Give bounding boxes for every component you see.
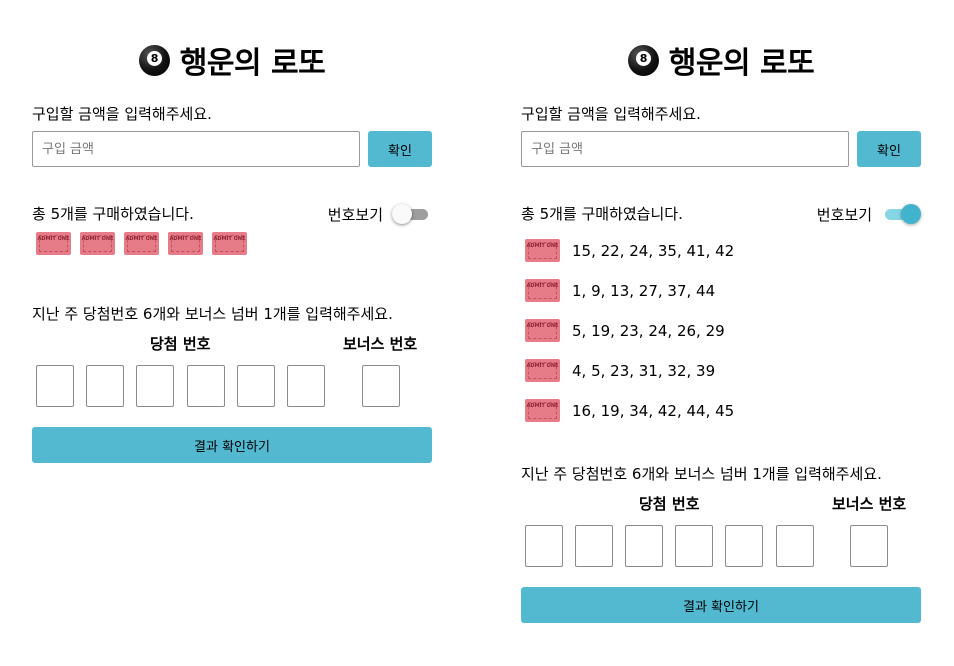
ticket-icon: ADMIT ONE xyxy=(525,399,560,422)
ticket-icon: ADMIT ONE xyxy=(36,232,71,255)
ticket-icon: ADMIT ONE xyxy=(124,232,159,255)
ticket-icon: ADMIT ONE xyxy=(168,232,203,255)
ticket-icon-text: ADMIT ONE xyxy=(526,363,559,369)
ticket-numbers: 16, 19, 34, 42, 44, 45 xyxy=(572,402,735,420)
ticket-icon: ADMIT ONE xyxy=(80,232,115,255)
ticket-icon-text: ADMIT ONE xyxy=(125,236,158,242)
winning-numbers-header: 당첨 번호 xyxy=(639,495,700,513)
winning-number-input-3[interactable] xyxy=(136,365,174,407)
winning-number-input-3[interactable] xyxy=(625,525,663,567)
ticket-icon-text: ADMIT ONE xyxy=(81,236,114,242)
winning-number-input-5[interactable] xyxy=(725,525,763,567)
bonus-number-input[interactable] xyxy=(362,365,400,407)
ticket-icon-text: ADMIT ONE xyxy=(526,403,559,409)
purchase-label: 구입할 금액을 입력해주세요. xyxy=(521,105,701,123)
winning-number-input-6[interactable] xyxy=(287,365,325,407)
ticket-numbers: 15, 22, 24, 35, 41, 42 xyxy=(572,242,735,260)
winning-numbers-instruction: 지난 주 당첨번호 6개와 보너스 넘버 1개를 입력해주세요. xyxy=(32,305,393,323)
confirm-button[interactable]: 확인 xyxy=(857,131,921,167)
ticket-icon-text: ADMIT ONE xyxy=(37,236,70,242)
ticket-icon: ADMIT ONE xyxy=(525,279,560,302)
bonus-number-input[interactable] xyxy=(850,525,888,567)
app-title-text: 행운의 로또 xyxy=(668,46,815,81)
winning-number-input-4[interactable] xyxy=(187,365,225,407)
ticket-numbers: 1, 9, 13, 27, 37, 44 xyxy=(572,282,716,300)
ticket-icon-text: ADMIT ONE xyxy=(526,243,559,249)
show-numbers-label: 번호보기 xyxy=(327,205,383,224)
winning-number-input-2[interactable] xyxy=(575,525,613,567)
toggle-knob[interactable] xyxy=(901,204,921,224)
ticket-row: ADMIT ONE 5, 19, 23, 24, 26, 29 xyxy=(525,311,734,351)
toggle-knob[interactable] xyxy=(392,204,412,224)
ticket-icon-text: ADMIT ONE xyxy=(526,323,559,329)
winning-number-input-1[interactable] xyxy=(525,525,563,567)
ticket-row: ADMIT ONE 4, 5, 23, 31, 32, 39 xyxy=(525,351,734,391)
ticket-icon: ADMIT ONE xyxy=(525,359,560,382)
show-numbers-label: 번호보기 xyxy=(816,205,872,224)
ticket-icon-text: ADMIT ONE xyxy=(169,236,202,242)
purchase-amount-input[interactable] xyxy=(521,131,849,167)
ticket-icons-row: ADMIT ONE ADMIT ONE ADMIT ONE ADMIT ONE ADMI… xyxy=(36,232,247,255)
winning-number-input-4[interactable] xyxy=(675,525,713,567)
ticket-icon: ADMIT ONE xyxy=(212,232,247,255)
check-result-button[interactable]: 결과 확인하기 xyxy=(521,587,921,623)
winning-number-input-5[interactable] xyxy=(237,365,275,407)
purchase-amount-input[interactable] xyxy=(32,131,360,167)
billiard-ball-icon: 8 xyxy=(138,44,170,76)
winning-numbers-instruction: 지난 주 당첨번호 6개와 보너스 넘버 1개를 입력해주세요. xyxy=(521,465,882,483)
ticket-icon: ADMIT ONE xyxy=(525,239,560,262)
bonus-number-header: 보너스 번호 xyxy=(832,495,907,513)
toggle-switch[interactable] xyxy=(881,203,921,225)
ticket-numbers: 5, 19, 23, 24, 26, 29 xyxy=(572,322,725,340)
ticket-row: ADMIT ONE 1, 9, 13, 27, 37, 44 xyxy=(525,271,734,311)
ticket-list: ADMIT ONE 15, 22, 24, 35, 41, 42 ADMIT ONE… xyxy=(525,231,734,431)
purchase-count-text: 총 5개를 구매하였습니다. xyxy=(521,205,683,223)
ticket-icon-text: ADMIT ONE xyxy=(526,283,559,289)
ticket-row: ADMIT ONE 15, 22, 24, 35, 41, 42 xyxy=(525,231,734,271)
bonus-number-header: 보너스 번호 xyxy=(343,335,418,353)
ticket-numbers: 4, 5, 23, 31, 32, 39 xyxy=(572,362,716,380)
app-title-text: 행운의 로또 xyxy=(179,46,326,81)
winning-number-input-6[interactable] xyxy=(776,525,814,567)
confirm-button[interactable]: 확인 xyxy=(368,131,432,167)
purchase-label: 구입할 금액을 입력해주세요. xyxy=(32,105,212,123)
ticket-icon: ADMIT ONE xyxy=(525,319,560,342)
check-result-button[interactable]: 결과 확인하기 xyxy=(32,427,432,463)
app-title: 8 행운의 로또 xyxy=(32,38,432,82)
app-title: 8 행운의 로또 xyxy=(521,38,921,82)
purchase-count-text: 총 5개를 구매하였습니다. xyxy=(32,205,194,223)
billiard-ball-icon: 8 xyxy=(627,44,659,76)
ticket-row: ADMIT ONE 16, 19, 34, 42, 44, 45 xyxy=(525,391,734,431)
show-numbers-toggle[interactable]: 번호보기 xyxy=(817,203,921,225)
winning-number-input-1[interactable] xyxy=(36,365,74,407)
winning-number-input-2[interactable] xyxy=(86,365,124,407)
toggle-switch[interactable] xyxy=(392,203,432,225)
ticket-icon-text: ADMIT ONE xyxy=(213,236,246,242)
show-numbers-toggle[interactable]: 번호보기 xyxy=(328,203,432,225)
winning-numbers-header: 당첨 번호 xyxy=(150,335,211,353)
